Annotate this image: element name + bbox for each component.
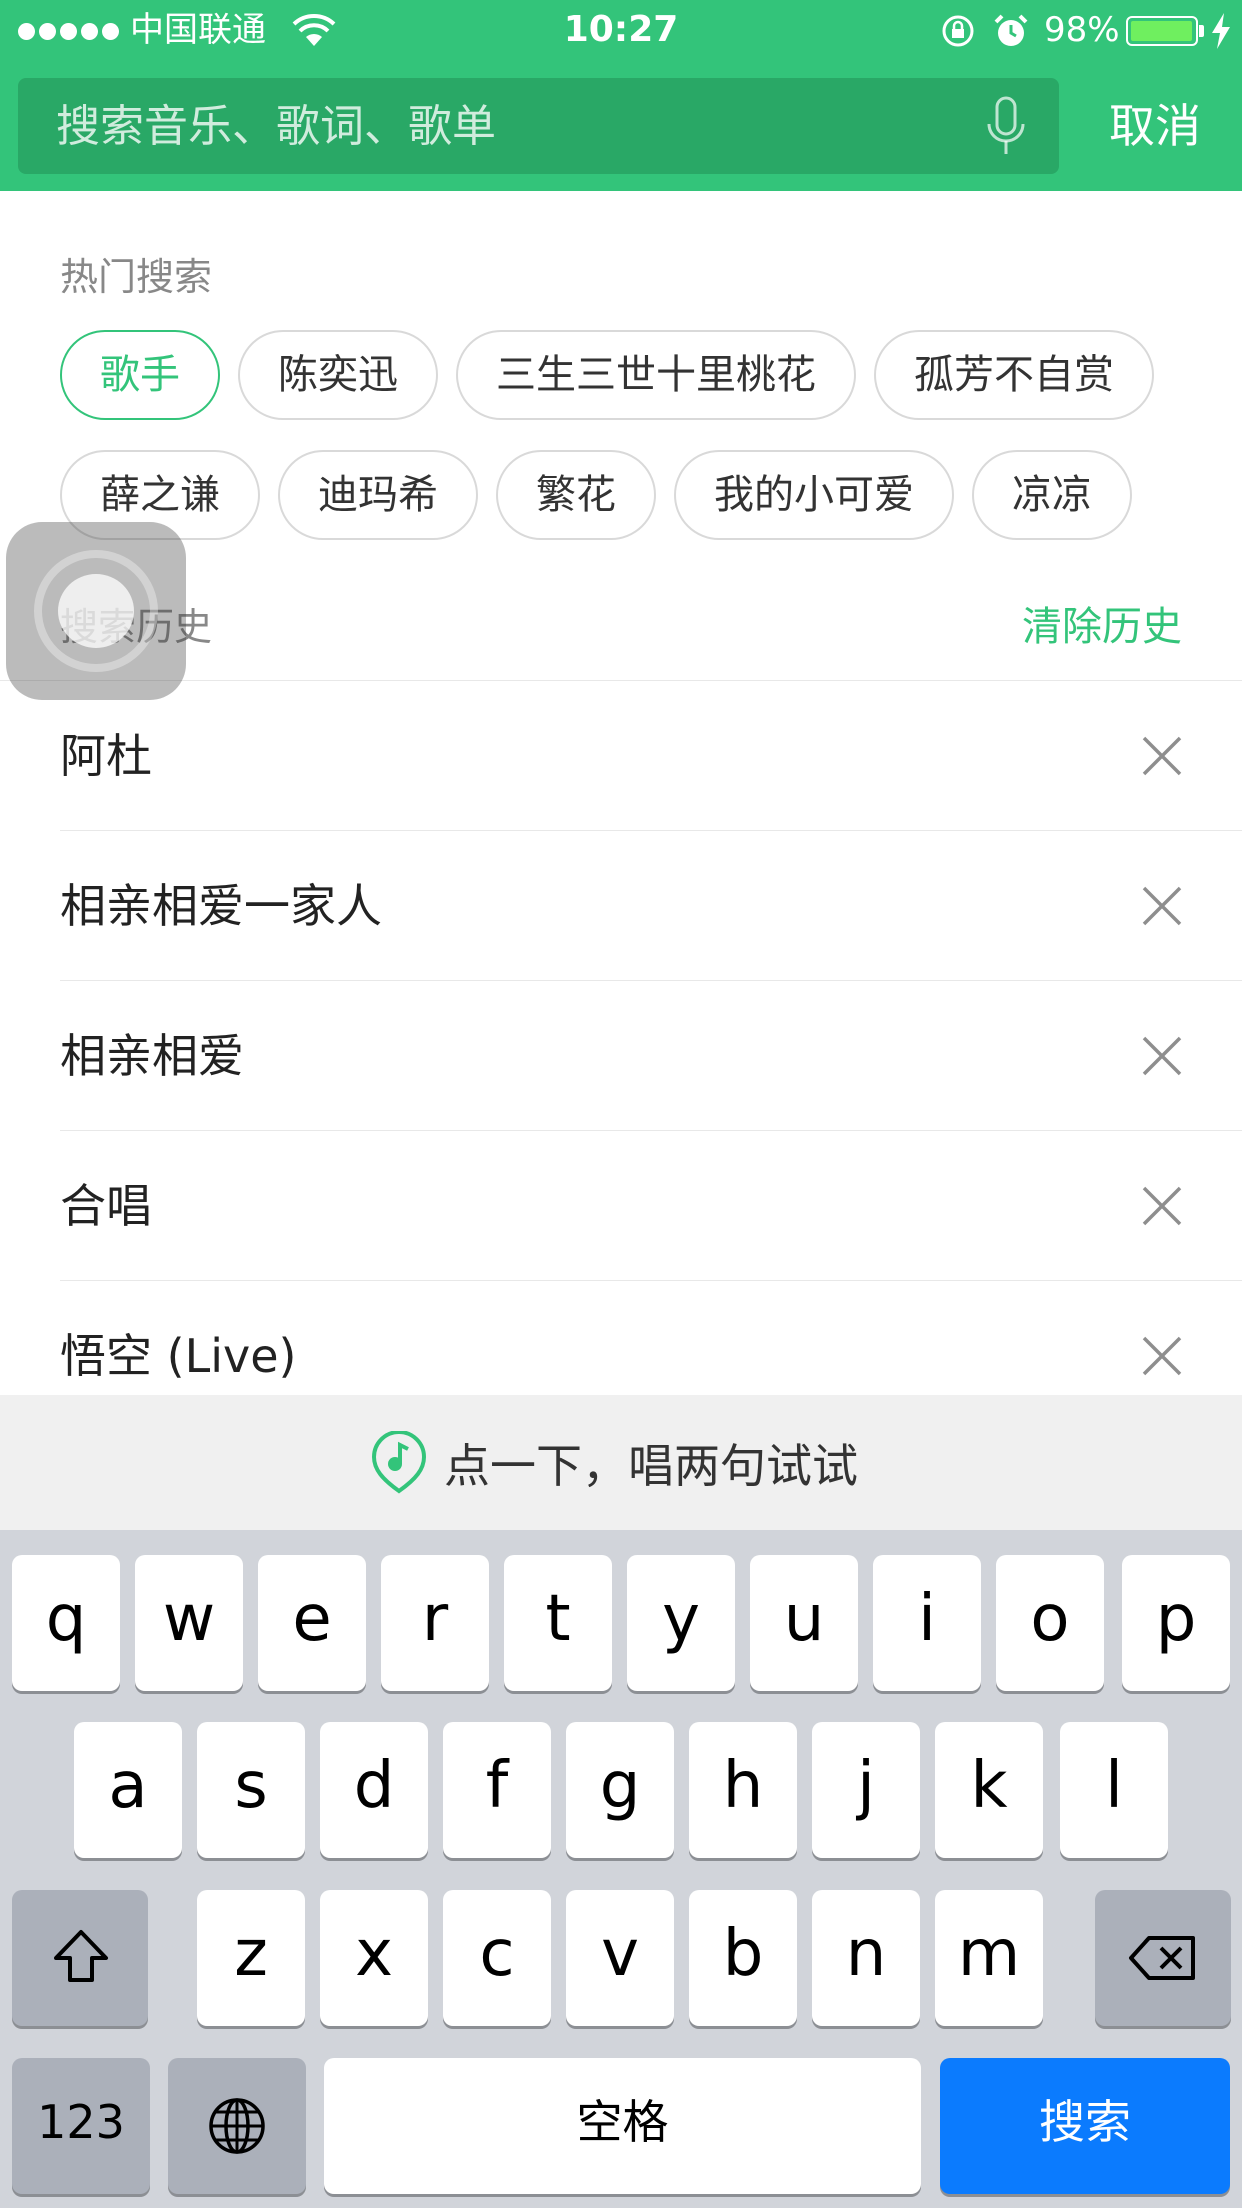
history-item[interactable]: 阿杜 (60, 681, 1242, 831)
key-d[interactable]: d (320, 1722, 428, 1858)
key-v[interactable]: v (566, 1890, 674, 2026)
close-icon[interactable] (1138, 1032, 1186, 1080)
key-c[interactable]: c (443, 1890, 551, 2026)
sing-recognition-icon (371, 1431, 427, 1494)
charging-bolt-icon (1212, 13, 1230, 49)
alarm-icon (994, 14, 1028, 46)
key-x[interactable]: x (320, 1890, 428, 2026)
close-icon[interactable] (1138, 882, 1186, 930)
hot-tag[interactable]: 凉凉 (972, 450, 1132, 540)
battery-percent: 98% (1044, 10, 1120, 50)
shift-icon (54, 1930, 108, 1982)
app-header: 中国联通 10:27 98% 搜索音乐、歌词、歌单 取消 (0, 0, 1242, 191)
clear-history-button[interactable]: 清除历史 (1022, 602, 1182, 652)
hot-tag[interactable]: 繁花 (496, 450, 656, 540)
sing-banner-content: 点一下，唱两句试试 (370, 1431, 858, 1495)
close-icon[interactable] (1138, 1182, 1186, 1230)
history-item-label: 阿杜 (60, 729, 152, 783)
key-p[interactable]: p (1122, 1555, 1230, 1691)
history-item-label: 合唱 (60, 1179, 152, 1233)
battery-tip (1199, 25, 1204, 37)
hot-tag[interactable]: 歌手 (60, 330, 220, 420)
key-l[interactable]: l (1060, 1722, 1168, 1858)
key-i[interactable]: i (873, 1555, 981, 1691)
key-j[interactable]: j (812, 1722, 920, 1858)
history-item-label: 相亲相爱 (60, 1029, 244, 1083)
keyboard: q w e r t y u i o p a s d f g h j k l z … (0, 1530, 1242, 2208)
hot-tag[interactable]: 我的小可爱 (674, 450, 954, 540)
key-g[interactable]: g (566, 1722, 674, 1858)
key-s[interactable]: s (197, 1722, 305, 1858)
key-h[interactable]: h (689, 1722, 797, 1858)
shift-key[interactable] (12, 1890, 148, 2026)
assistive-touch-button[interactable] (6, 522, 186, 700)
key-b[interactable]: b (689, 1890, 797, 2026)
history-item-label: 相亲相爱一家人 (60, 879, 382, 933)
search-input[interactable] (56, 78, 956, 174)
key-m[interactable]: m (935, 1890, 1043, 2026)
globe-key[interactable] (168, 2058, 306, 2194)
history-list: 阿杜 相亲相爱一家人 相亲相爱 合唱 悟空 (Live) (0, 680, 1242, 1431)
key-e[interactable]: e (258, 1555, 366, 1691)
backspace-key[interactable] (1095, 1890, 1231, 2026)
history-item[interactable]: 相亲相爱 (60, 981, 1242, 1131)
hot-tag[interactable]: 三生三世十里桃花 (456, 330, 856, 420)
key-r[interactable]: r (381, 1555, 489, 1691)
tag-row: 歌手 陈奕迅 三生三世十里桃花 孤芳不自赏 (60, 330, 1200, 422)
sing-to-search-banner[interactable]: 点一下，唱两句试试 (0, 1395, 1242, 1530)
hot-tag[interactable]: 迪玛希 (278, 450, 478, 540)
hot-tag[interactable]: 孤芳不自赏 (874, 330, 1154, 420)
hot-search-tags: 歌手 陈奕迅 三生三世十里桃花 孤芳不自赏 薛之谦 迪玛希 繁花 我的小可爱 凉… (60, 330, 1200, 570)
hot-search-title: 热门搜索 (60, 255, 213, 299)
search-box[interactable] (18, 78, 1059, 174)
key-u[interactable]: u (750, 1555, 858, 1691)
key-z[interactable]: z (197, 1890, 305, 2026)
key-f[interactable]: f (443, 1722, 551, 1858)
microphone-icon[interactable] (984, 96, 1028, 158)
status-bar: 中国联通 10:27 98% (0, 0, 1242, 62)
cancel-button[interactable]: 取消 (1080, 78, 1230, 174)
numbers-key[interactable]: 123 (12, 2058, 150, 2194)
key-a[interactable]: a (74, 1722, 182, 1858)
close-icon[interactable] (1138, 1332, 1186, 1380)
battery-level-fill (1131, 21, 1192, 41)
battery-icon (1126, 16, 1198, 46)
space-key[interactable]: 空格 (324, 2058, 921, 2194)
backspace-icon (1129, 1936, 1195, 1980)
key-k[interactable]: k (935, 1722, 1043, 1858)
key-q[interactable]: q (12, 1555, 120, 1691)
key-o[interactable]: o (996, 1555, 1104, 1691)
tag-row: 薛之谦 迪玛希 繁花 我的小可爱 凉凉 (60, 450, 1200, 542)
rotation-lock-icon (942, 15, 974, 47)
sing-banner-label: 点一下，唱两句试试 (444, 1439, 858, 1493)
close-icon[interactable] (1138, 732, 1186, 780)
hot-tag[interactable]: 陈奕迅 (238, 330, 438, 420)
globe-icon (209, 2098, 265, 2154)
history-item[interactable]: 相亲相爱一家人 (60, 831, 1242, 981)
history-item[interactable]: 合唱 (60, 1131, 1242, 1281)
key-w[interactable]: w (135, 1555, 243, 1691)
search-key[interactable]: 搜索 (940, 2058, 1230, 2194)
assistive-touch-core (58, 574, 134, 648)
key-y[interactable]: y (627, 1555, 735, 1691)
key-t[interactable]: t (504, 1555, 612, 1691)
key-n[interactable]: n (812, 1890, 920, 2026)
